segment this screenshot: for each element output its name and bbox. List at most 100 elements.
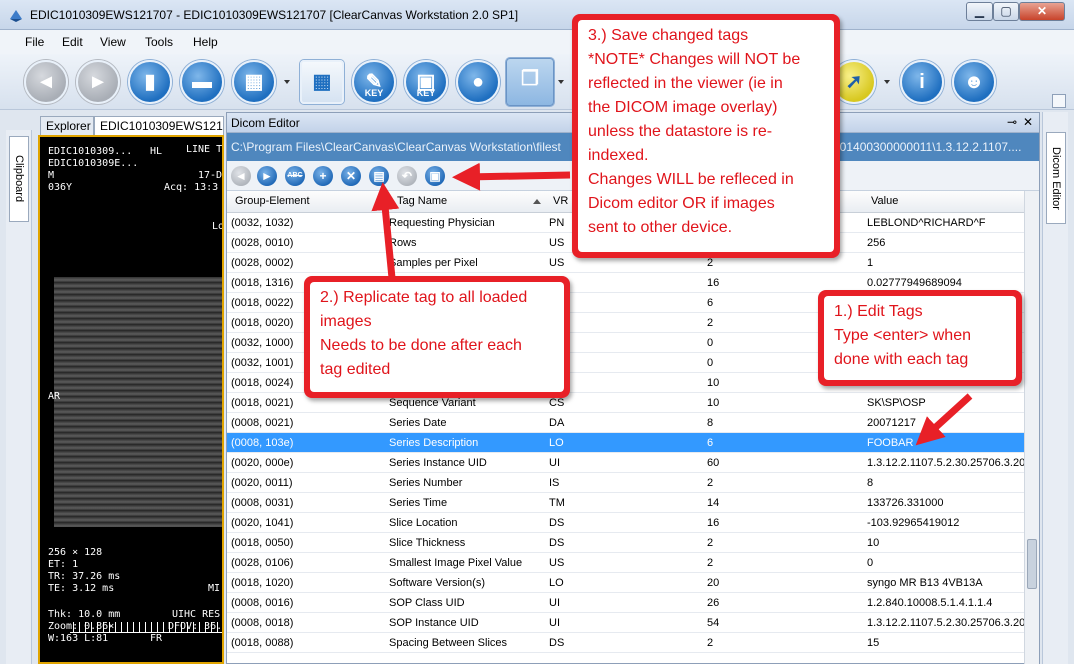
table-row[interactable]: (0008, 0021) Series Date DA 8 20071217 [227,413,1024,433]
menu-view[interactable]: View [100,35,126,49]
dicom-editor-title: Dicom Editor [231,116,300,130]
cell-tag-name: Series Date [389,417,447,429]
previous-image-icon[interactable]: ◄ [231,166,251,186]
panel-close-icon[interactable]: ✕ [1023,115,1033,129]
cell-value[interactable]: 256 [867,237,1024,249]
cell-value[interactable]: LEBLOND^RICHARD^F [867,217,1024,229]
cell-value[interactable]: 1.3.12.2.1107.5.2.30.25706.3.20 [867,617,1024,629]
cell-vr: UI [549,597,560,609]
cine-button[interactable]: ● [456,60,500,104]
window-title: EDIC1010309EWS121707 - EDIC1010309EWS121… [30,8,519,22]
cell-value[interactable]: 10 [867,537,1024,549]
cell-value[interactable]: 0.02777949689094 [867,277,1024,289]
cell-value[interactable]: SK\SP\OSP [867,397,1024,409]
callout-line: Changes WILL be refleced in [588,171,794,188]
display-set-button[interactable]: ▦ [300,60,344,104]
col-tag-name[interactable]: Tag Name [397,195,447,207]
info-button[interactable]: i [900,60,944,104]
cell-value[interactable]: 20071217 [867,417,1024,429]
cell-value[interactable]: 8 [867,477,1024,489]
key-image-button[interactable]: ✎ KEY [352,60,396,104]
anonymize-icon[interactable]: ABC [285,166,305,186]
menu-edit[interactable]: Edit [62,35,83,49]
callout-line: Needs to be done after each [320,337,522,354]
table-row[interactable]: (0018, 0088) Spacing Between Slices DS 2 15 [227,633,1024,653]
back-button[interactable]: ◄ [24,60,68,104]
users-button[interactable]: ☻ [952,60,996,104]
table-row[interactable]: (0008, 0018) SOP Instance UID UI 54 1.3.12.2… [227,613,1024,633]
cell-value[interactable]: 1 [867,257,1024,269]
maximize-button[interactable]: ▢ [993,2,1019,21]
callout-line: reflected in the viewer (ie in [588,75,783,92]
tile-layout-dropdown-icon[interactable] [284,80,290,84]
cell-value[interactable]: -103.92965419012 [867,517,1024,529]
callout-edit-tags-text: 1.) Edit Tags Type <enter> when done with … [824,296,1016,380]
table-row[interactable]: (0020, 0011) Series Number IS 2 8 [227,473,1024,493]
clipboard-button[interactable]: ▮ [128,60,172,104]
menu-file[interactable]: File [25,35,44,49]
menu-tools[interactable]: Tools [145,35,173,49]
pointer-tool-dropdown-icon[interactable] [884,80,890,84]
cell-value[interactable]: 0 [867,557,1024,569]
tab-study[interactable]: EDIC1010309EWS121 [94,116,224,135]
close-button[interactable]: ✕ [1019,2,1065,21]
col-value[interactable]: Value [871,195,898,207]
table-row[interactable]: (0018, 0050) Slice Thickness DS 2 10 [227,533,1024,553]
cell-group-element: (0028, 0106) [231,557,294,569]
table-row[interactable]: (0028, 0106) Smallest Image Pixel Value US… [227,553,1024,573]
cell-vr: LO [549,577,564,589]
menu-help[interactable]: Help [193,35,218,49]
cell-value[interactable]: FOOBAR [867,437,1024,449]
table-row[interactable]: (0008, 103e) Series Description LO 6 FOOBAR [227,433,1024,453]
col-vr[interactable]: VR [553,195,568,207]
table-row[interactable]: (0018, 1020) Software Version(s) LO 20 syngo… [227,573,1024,593]
callout-line: 3.) Save changed tags [588,27,749,44]
table-row[interactable]: (0008, 0016) SOP Class UID UI 26 1.2.840.100… [227,593,1024,613]
cell-tag-name: Smallest Image Pixel Value [389,557,523,569]
table-row[interactable]: (0008, 0031) Series Time TM 14 133726.331000 [227,493,1024,513]
file-path-left: C:\Program Files\ClearCanvas\ClearCanvas… [231,140,561,154]
panel-toggle-button[interactable] [1052,94,1066,108]
overlay-line: LINE TA [186,144,224,155]
cell-group-element: (0008, 0031) [231,497,294,509]
tile-layout-button[interactable]: ▦ [232,60,276,104]
callout-edit-tags: 1.) Edit Tags Type <enter> when done with … [818,290,1022,386]
table-row[interactable]: (0020, 1041) Slice Location DS 16 -103.92965… [227,513,1024,533]
cell-tag-name: Series Time [389,497,448,509]
cell-value[interactable]: 1.2.840.10008.5.1.4.1.1.4 [867,597,1024,609]
vertical-scrollbar[interactable] [1024,191,1039,664]
dicom-editor-dropdown-icon[interactable] [558,80,564,84]
cell-length: 0 [707,337,714,349]
cell-value[interactable]: syngo MR B13 4VB13A [867,577,1024,589]
tab-explorer[interactable]: Explorer [40,116,94,135]
dicom-editor-side-tab[interactable]: Dicom Editor [1046,132,1066,224]
cell-group-element: (0018, 0050) [231,537,294,549]
cell-length: 16 [707,517,720,529]
cell-length: 8 [707,417,714,429]
callout-line: images [320,313,372,330]
image-viewer[interactable]: EDIC1010309... EDIC1010309E... M 036Y HL… [38,135,224,664]
cell-length: 6 [707,297,714,309]
cell-group-element: (0008, 0018) [231,617,294,629]
cell-value[interactable]: 15 [867,637,1024,649]
cell-length: 60 [707,457,720,469]
next-image-icon[interactable]: ► [257,166,277,186]
scrollbar-thumb[interactable] [1027,539,1037,589]
replicate-tag-icon[interactable]: ▤ [369,166,389,186]
key-image-series-button[interactable]: ▣ KEY [404,60,448,104]
add-tag-icon[interactable]: + [313,166,333,186]
forward-button[interactable]: ► [76,60,120,104]
pin-icon[interactable]: ⊸ [1007,115,1017,129]
table-row[interactable]: (0020, 000e) Series Instance UID UI 60 1.3.1… [227,453,1024,473]
dicom-editor-button[interactable]: ❐ [506,58,554,106]
save-icon[interactable]: ▣ [425,166,445,186]
cell-value[interactable]: 1.3.12.2.1107.5.2.30.25706.3.20 [867,457,1024,469]
minimize-button[interactable]: ▁ [966,2,993,21]
clipboard-tab[interactable]: Clipboard [9,136,29,222]
cell-value[interactable]: 133726.331000 [867,497,1024,509]
col-group-element[interactable]: Group-Element [235,195,310,207]
cell-group-element: (0028, 0010) [231,237,294,249]
revert-icon[interactable]: ↶ [397,166,417,186]
delete-tag-icon[interactable]: ✕ [341,166,361,186]
layout-button[interactable]: ▬ [180,60,224,104]
